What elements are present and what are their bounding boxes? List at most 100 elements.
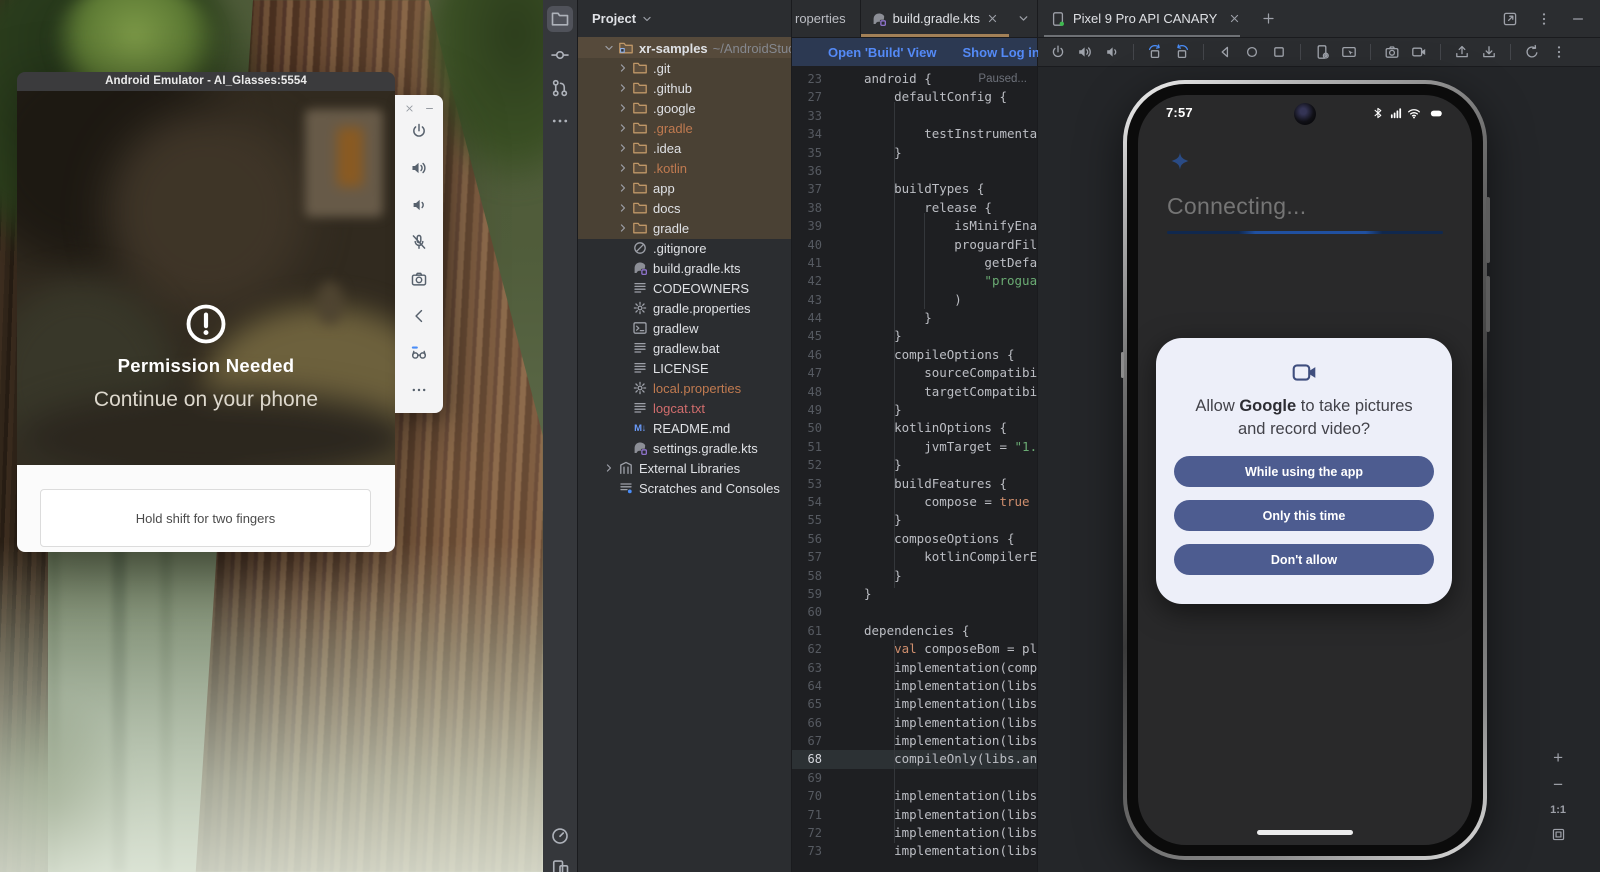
minus-icon[interactable]	[1570, 11, 1586, 27]
tree-item-readme-md[interactable]: M↓README.md	[578, 418, 791, 438]
code-line-58[interactable]: 58 }	[792, 567, 1037, 585]
code-line-50[interactable]: 50 kotlinOptions {	[792, 419, 1037, 437]
power-icon[interactable]	[1050, 44, 1066, 60]
code-line-62[interactable]: 62 val composeBom = platfor	[792, 640, 1037, 658]
zoom-ratio-button[interactable]: 1:1	[1550, 804, 1566, 816]
code-line-42[interactable]: 42 "proguard-ru	[792, 272, 1037, 290]
tree-item-xr-samples[interactable]: xr-samples ~/AndroidStudioProje	[578, 38, 791, 58]
code-line-27[interactable]: 27 defaultConfig {	[792, 88, 1037, 106]
code-line-57[interactable]: 57 kotlinCompilerExtens	[792, 548, 1037, 566]
device-tab-pixel-9-pro[interactable]: Pixel 9 Pro API CANARY	[1050, 0, 1245, 37]
volume-down-icon[interactable]	[1104, 44, 1120, 60]
tree-item-gradle[interactable]: gradle	[578, 218, 791, 238]
tab-gradle-properties[interactable]: roperties	[792, 0, 861, 37]
code-line-65[interactable]: 65 implementation(libs.andr	[792, 695, 1037, 713]
tree-item-gradlew-bat[interactable]: gradlew.bat	[578, 338, 791, 358]
profiler-icon[interactable]	[550, 826, 570, 846]
emulator-title-bar[interactable]: Android Emulator - AI_Glasses:5554	[17, 72, 395, 91]
close-device-tab-icon[interactable]	[1228, 12, 1241, 25]
tree-item-gradle[interactable]: .gradle	[578, 118, 791, 138]
tree-item-git[interactable]: .git	[578, 58, 791, 78]
home-indicator[interactable]	[1257, 830, 1353, 835]
tab-list-chevron-icon[interactable]	[1016, 11, 1031, 26]
tree-item-idea[interactable]: .idea	[578, 138, 791, 158]
code-line-55[interactable]: 55 }	[792, 511, 1037, 529]
code-line-44[interactable]: 44 }	[792, 309, 1037, 327]
code-line-40[interactable]: 40 proguardFiles(	[792, 236, 1037, 254]
code-line-73[interactable]: 73 implementation(libs.andr	[792, 842, 1037, 860]
code-line-54[interactable]: 54 compose = true	[792, 493, 1037, 511]
back-tri-icon[interactable]	[1217, 44, 1233, 60]
rotate-left-icon[interactable]	[1147, 44, 1163, 60]
code-line-41[interactable]: 41 getDefaultPr	[792, 254, 1037, 272]
open-build-view-link[interactable]: Open 'Build' View	[828, 45, 937, 60]
volume-down-icon[interactable]	[410, 196, 428, 214]
code-line-43[interactable]: 43 )	[792, 291, 1037, 309]
screen-record-icon[interactable]	[1411, 44, 1427, 60]
code-line-69[interactable]: 69	[792, 769, 1037, 787]
code-line-36[interactable]: 36	[792, 162, 1037, 180]
tab-build-gradle-kts[interactable]: build.gradle.kts	[861, 0, 1009, 37]
more-h-icon[interactable]	[550, 111, 570, 131]
code-line-59[interactable]: 59}	[792, 585, 1037, 603]
code-line-60[interactable]: 60	[792, 603, 1037, 621]
code-line-33[interactable]: 33	[792, 107, 1037, 125]
tree-item-google[interactable]: .google	[578, 98, 791, 118]
tree-item-app[interactable]: app	[578, 178, 791, 198]
code-line-47[interactable]: 47 sourceCompatibility	[792, 364, 1037, 382]
code-line-53[interactable]: 53 buildFeatures {	[792, 475, 1037, 493]
home-circle-icon[interactable]	[1244, 44, 1260, 60]
code-line-49[interactable]: 49 }	[792, 401, 1037, 419]
tree-item-logcat-txt[interactable]: logcat.txt	[578, 398, 791, 418]
camera-icon[interactable]	[410, 270, 428, 288]
zoom-in-button[interactable]: +	[1553, 750, 1563, 766]
open-window-icon[interactable]	[1502, 11, 1518, 27]
minus-icon[interactable]	[424, 103, 435, 114]
volume-up-icon[interactable]	[1077, 44, 1093, 60]
download-icon[interactable]	[1481, 44, 1497, 60]
kebab-icon[interactable]	[1536, 11, 1552, 27]
volume-up-icon[interactable]	[410, 159, 428, 177]
zoom-fit-button[interactable]	[1551, 827, 1566, 842]
pull-requests-icon[interactable]	[550, 78, 570, 98]
code-line-46[interactable]: 46 compileOptions {	[792, 346, 1037, 364]
code-line-71[interactable]: 71 implementation(libs.andr	[792, 806, 1037, 824]
restart-icon[interactable]	[1524, 44, 1540, 60]
code-line-38[interactable]: 38 release {	[792, 199, 1037, 217]
tree-item-settings-gradle-kts[interactable]: settings.gradle.kts	[578, 438, 791, 458]
code-line-37[interactable]: 37 buildTypes {	[792, 180, 1037, 198]
chevron-down-icon[interactable]	[640, 12, 654, 26]
code-line-52[interactable]: 52 }	[792, 456, 1037, 474]
tree-item-docs[interactable]: docs	[578, 198, 791, 218]
back-icon[interactable]	[410, 307, 428, 325]
glasses-icon[interactable]	[410, 344, 428, 362]
more-h-icon[interactable]	[410, 381, 428, 399]
close-x-icon[interactable]	[404, 103, 415, 114]
code-line-51[interactable]: 51 jvmTarget = "1.8"	[792, 438, 1037, 456]
code-line-35[interactable]: 35 }	[792, 144, 1037, 162]
commit-icon[interactable]	[550, 45, 570, 65]
tree-item-build-gradle-kts[interactable]: build.gradle.kts	[578, 258, 791, 278]
project-folder-icon[interactable]	[547, 6, 573, 32]
while-using-the-app-button[interactable]: While using the app	[1174, 456, 1434, 487]
code-line-61[interactable]: 61dependencies {	[792, 622, 1037, 640]
camera-icon[interactable]	[1384, 44, 1400, 60]
don-t-allow-button[interactable]: Don't allow	[1174, 544, 1434, 575]
rotate-right-icon[interactable]	[1174, 44, 1190, 60]
device-settings-icon[interactable]	[1314, 44, 1330, 60]
code-line-67[interactable]: 67 implementation(libs.kotl	[792, 732, 1037, 750]
tree-item-gitignore[interactable]: .gitignore	[578, 238, 791, 258]
upload-icon[interactable]	[1454, 44, 1470, 60]
tree-item-codeowners[interactable]: CODEOWNERS	[578, 278, 791, 298]
device-manager-icon[interactable]	[550, 858, 570, 872]
tree-item-gradle-properties[interactable]: gradle.properties	[578, 298, 791, 318]
code-line-23[interactable]: 23android {Paused...	[792, 70, 1037, 88]
hardware-input-icon[interactable]	[1341, 44, 1357, 60]
tree-item-github[interactable]: .github	[578, 78, 791, 98]
project-panel-title[interactable]: Project	[592, 11, 636, 26]
tree-item-kotlin[interactable]: .kotlin	[578, 158, 791, 178]
code-line-56[interactable]: 56 composeOptions {	[792, 530, 1037, 548]
tree-item-external-libraries[interactable]: External Libraries	[578, 458, 791, 478]
kebab-icon[interactable]	[1551, 44, 1567, 60]
code-editor[interactable]: 23android {Paused...27 defaultConfig {33…	[792, 66, 1037, 872]
